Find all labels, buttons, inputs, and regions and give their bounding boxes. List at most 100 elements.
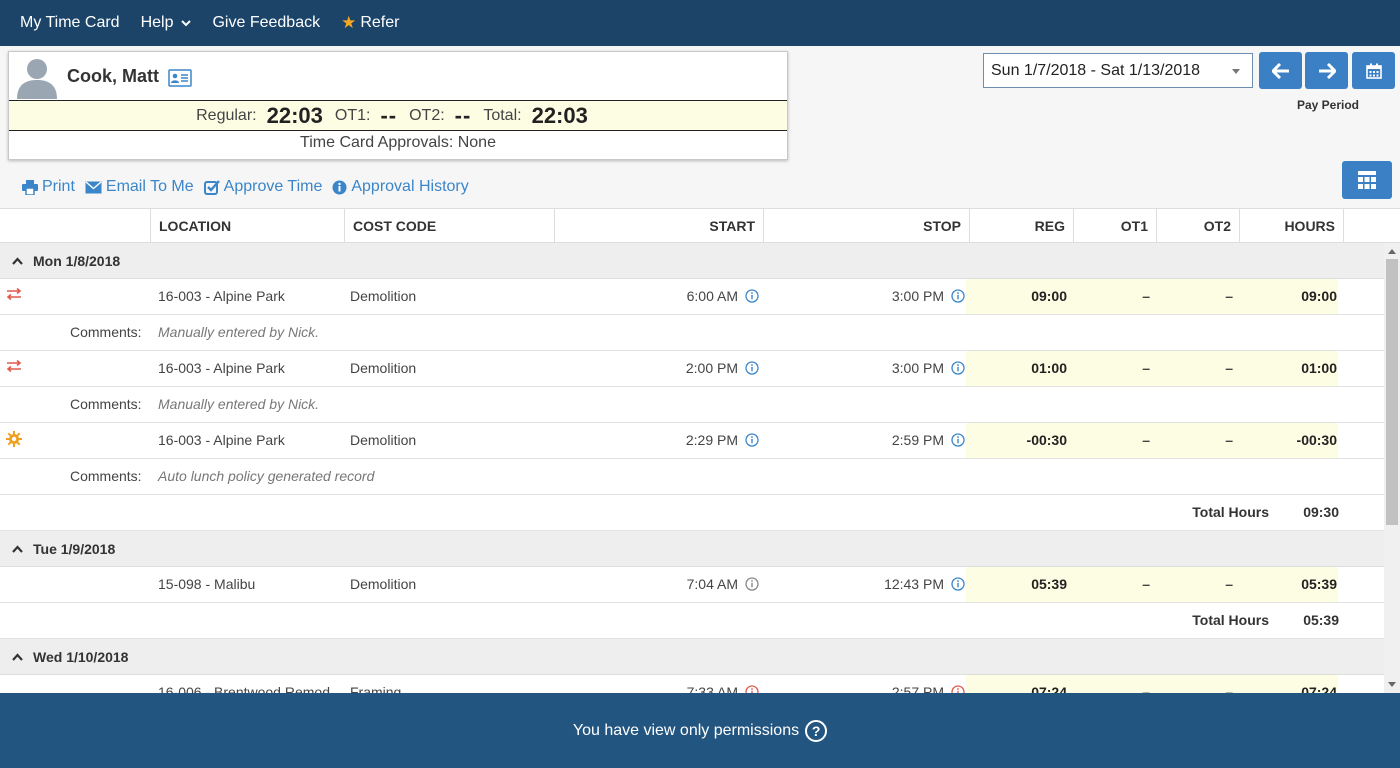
info-icon[interactable] xyxy=(951,577,965,591)
table-row[interactable]: 15-098 - Malibu Demolition 7:04 AM 12:43… xyxy=(0,567,1384,603)
table-row[interactable]: 16-003 - Alpine Park Demolition 2:00 PM … xyxy=(0,351,1384,387)
approval-history-link[interactable]: Approval History xyxy=(332,178,469,196)
info-icon[interactable] xyxy=(745,289,759,303)
column-header-cost-code[interactable]: COST CODE xyxy=(344,209,554,243)
previous-period-button[interactable] xyxy=(1259,52,1302,89)
top-nav: My Time Card Help Give Feedback ★ Refer xyxy=(0,0,1400,46)
column-header-ot2[interactable]: OT2 xyxy=(1156,209,1239,243)
transfer-icon xyxy=(6,288,22,300)
approve-time-link[interactable]: Approve Time xyxy=(203,178,323,196)
star-icon: ★ xyxy=(341,13,357,32)
grid-icon xyxy=(1358,171,1376,189)
stop-cell: 12:43 PM xyxy=(884,576,944,592)
info-icon[interactable] xyxy=(951,289,965,303)
ot1-cell: – xyxy=(1142,576,1150,592)
info-icon[interactable] xyxy=(951,361,965,375)
printer-icon xyxy=(22,179,38,195)
hours-highlight xyxy=(966,351,1338,386)
info-icon[interactable] xyxy=(951,433,965,447)
column-header-hours[interactable]: HOURS xyxy=(1239,209,1343,243)
day-date: Tue 1/9/2018 xyxy=(33,540,116,557)
ot2-cell: – xyxy=(1225,288,1233,304)
info-icon[interactable] xyxy=(745,433,759,447)
scroll-down-arrow[interactable] xyxy=(1388,682,1396,687)
avatar-icon xyxy=(17,59,57,99)
hours-cell: 09:00 xyxy=(1301,288,1337,304)
cost-code-cell: Framing xyxy=(350,684,402,693)
ot2-cell: – xyxy=(1225,576,1233,592)
stop-cell: 2:59 PM xyxy=(891,432,944,448)
chevron-up-icon xyxy=(12,256,23,265)
regular-value: 22:03 xyxy=(266,102,323,128)
hours-cell: 05:39 xyxy=(1301,576,1337,592)
day-date: Wed 1/10/2018 xyxy=(33,648,129,665)
pay-period-select[interactable]: Sun 1/7/2018 - Sat 1/13/2018 xyxy=(983,53,1253,88)
employee-card: Cook, Matt Regular: 22:03 OT1: -- OT2: -… xyxy=(8,51,788,160)
next-period-button[interactable] xyxy=(1305,52,1348,89)
ot1-value: -- xyxy=(380,102,398,128)
total-hours-value: 05:39 xyxy=(1303,612,1339,628)
ot2-cell: – xyxy=(1225,360,1233,376)
reg-cell: 07:24 xyxy=(1031,684,1067,693)
start-cell: 6:00 AM xyxy=(686,288,738,304)
chevron-up-icon xyxy=(12,652,23,661)
chevron-down-icon xyxy=(181,20,192,27)
ot1-cell: – xyxy=(1142,288,1150,304)
column-header-ot1[interactable]: OT1 xyxy=(1073,209,1156,243)
table-row[interactable]: 16-003 - Alpine Park Demolition 6:00 AM … xyxy=(0,279,1384,315)
hours-highlight xyxy=(966,567,1338,602)
total-hours-value: 09:30 xyxy=(1303,504,1339,520)
comment-text: Manually entered by Nick. xyxy=(158,324,320,340)
pay-period-label: Pay Period xyxy=(1296,98,1360,112)
table-row[interactable]: 16-003 - Alpine Park Demolition 2:29 PM … xyxy=(0,423,1384,459)
hours-highlight xyxy=(966,423,1338,458)
ot2-value: -- xyxy=(454,102,472,128)
cost-code-cell: Demolition xyxy=(350,288,417,304)
ot1-cell: – xyxy=(1142,684,1150,693)
column-layout-button[interactable] xyxy=(1342,161,1392,199)
day-total-row: Total Hours 09:30 xyxy=(0,495,1384,531)
print-link[interactable]: Print xyxy=(22,178,75,196)
day-header[interactable]: Tue 1/9/2018 xyxy=(0,531,1384,567)
hours-cell: 07:24 xyxy=(1301,684,1337,693)
id-card-icon[interactable] xyxy=(168,69,192,87)
total-label: Total: xyxy=(483,106,522,124)
info-icon[interactable] xyxy=(951,685,965,693)
comment-label: Comments: xyxy=(70,324,142,340)
hours-cell: -00:30 xyxy=(1296,432,1337,448)
column-header-location[interactable]: LOCATION xyxy=(150,209,344,243)
cost-code-cell: Demolition xyxy=(350,432,417,448)
calendar-icon xyxy=(1365,63,1382,79)
info-icon[interactable] xyxy=(745,361,759,375)
column-header-start[interactable]: START xyxy=(554,209,763,243)
calendar-button[interactable] xyxy=(1352,52,1395,89)
scroll-thumb[interactable] xyxy=(1386,259,1398,525)
ot1-cell: – xyxy=(1142,432,1150,448)
checkbox-icon xyxy=(203,179,220,195)
info-icon[interactable] xyxy=(745,685,759,693)
nav-help-label: Help xyxy=(140,14,174,31)
column-header-stop[interactable]: STOP xyxy=(763,209,969,243)
nav-help[interactable]: Help xyxy=(141,14,192,32)
reg-cell: -00:30 xyxy=(1026,432,1067,448)
approval-history-label: Approval History xyxy=(351,178,469,195)
table-row[interactable]: 16-006 - Brentwood Remod Framing 7:33 AM… xyxy=(0,675,1384,693)
total-value: 22:03 xyxy=(531,102,588,128)
comment-label: Comments: xyxy=(70,396,142,412)
start-cell: 2:29 PM xyxy=(685,432,738,448)
info-icon[interactable] xyxy=(745,577,759,591)
employee-header: Cook, Matt xyxy=(9,52,787,100)
column-header-reg[interactable]: REG xyxy=(969,209,1073,243)
approve-label: Approve Time xyxy=(223,178,323,195)
scroll-up-arrow[interactable] xyxy=(1388,249,1396,254)
help-icon[interactable]: ? xyxy=(805,719,828,742)
nav-give-feedback[interactable]: Give Feedback xyxy=(212,14,320,32)
email-to-me-link[interactable]: Email To Me xyxy=(85,178,194,196)
vertical-scrollbar[interactable] xyxy=(1384,243,1400,693)
ot1-cell: – xyxy=(1142,360,1150,376)
comment-label: Comments: xyxy=(70,468,142,484)
nav-my-time-card[interactable]: My Time Card xyxy=(20,14,120,32)
day-header[interactable]: Wed 1/10/2018 xyxy=(0,639,1384,675)
day-header[interactable]: Mon 1/8/2018 xyxy=(0,243,1384,279)
nav-refer[interactable]: ★ Refer xyxy=(341,13,399,33)
